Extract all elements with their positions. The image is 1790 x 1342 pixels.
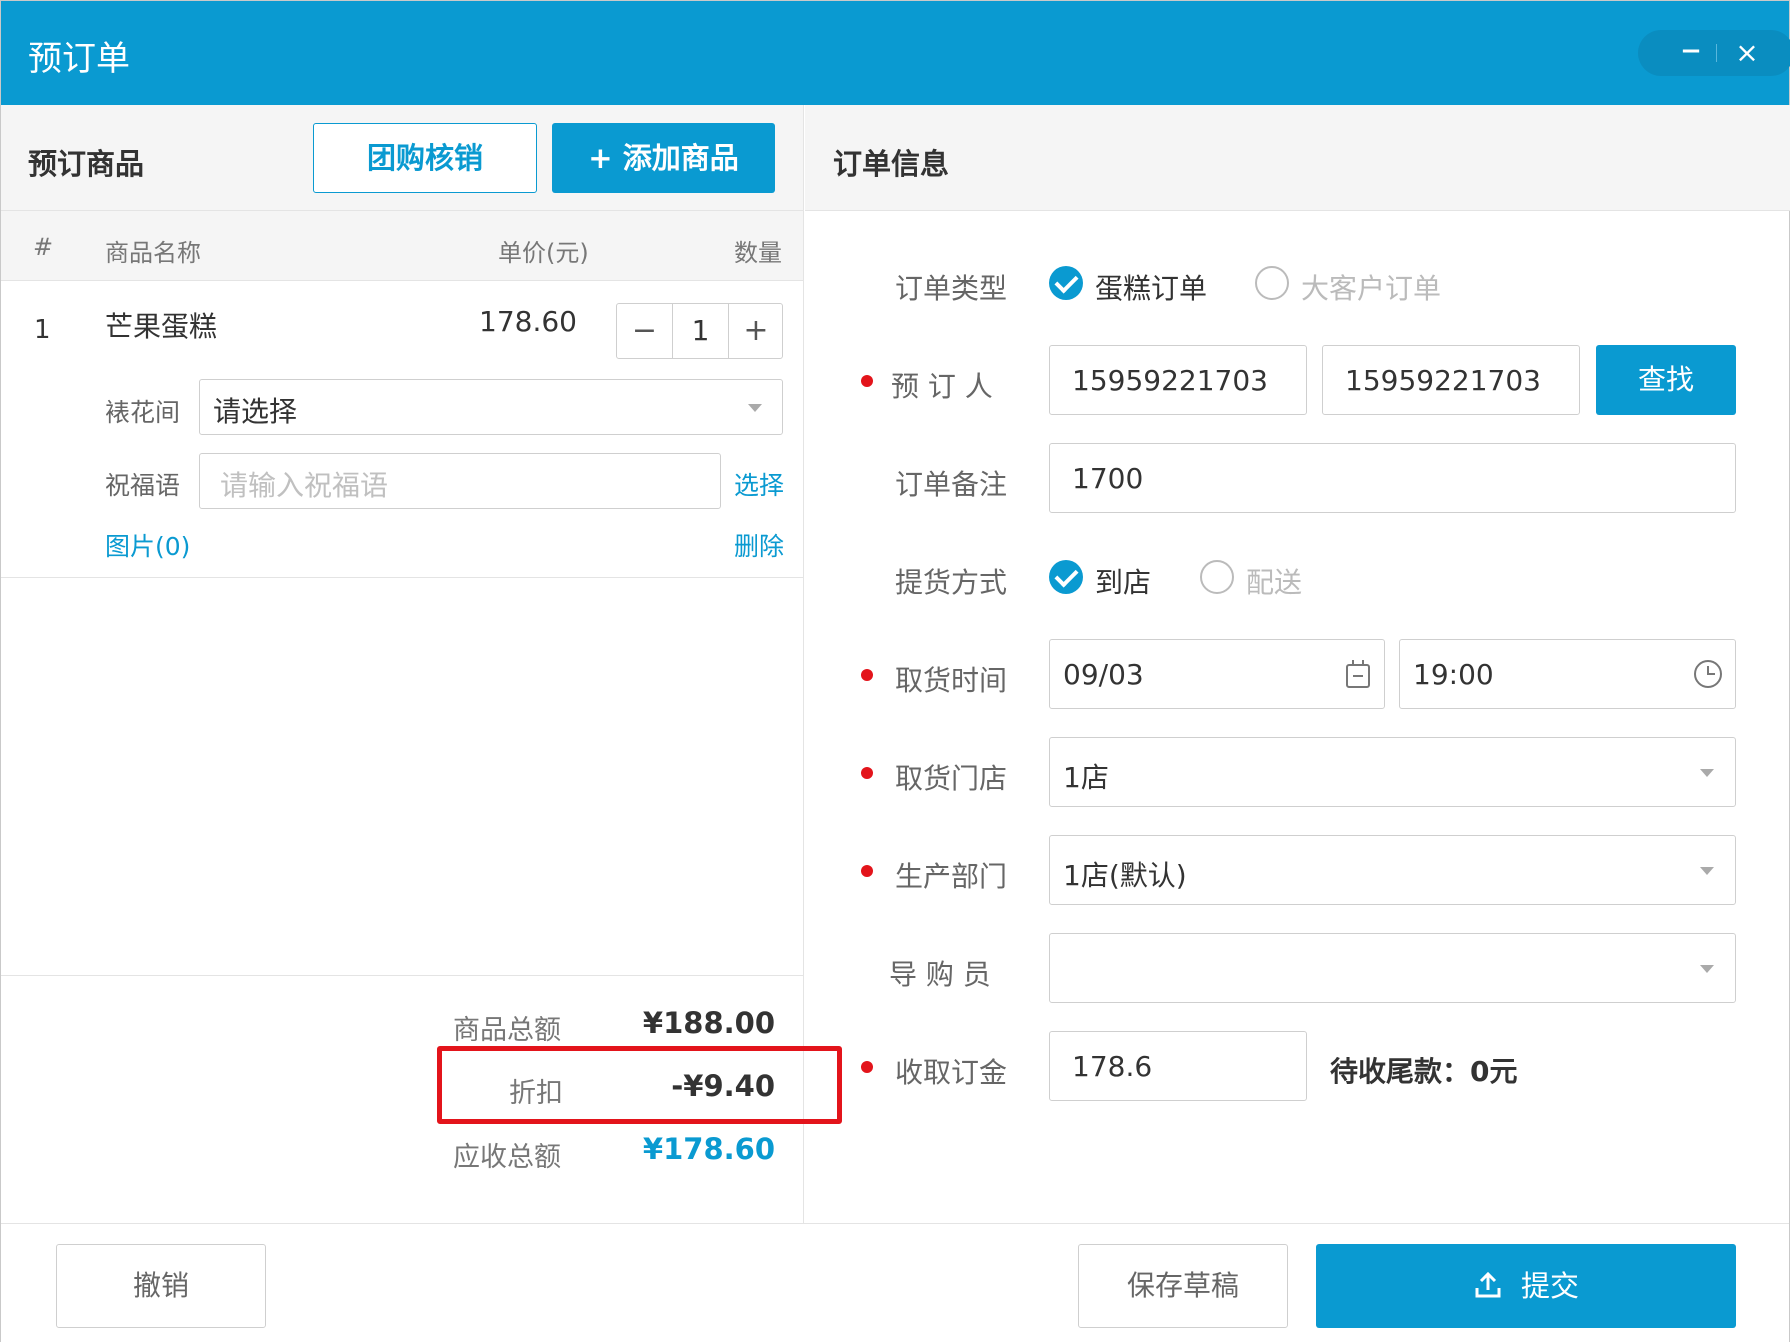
remark-input[interactable]: 1700 — [1049, 443, 1736, 513]
required-dot-icon — [861, 669, 873, 681]
order-info-panel: 订单信息 订单类型 蛋糕订单 大客户订单 预 订 人 15959221703 1… — [805, 105, 1790, 1223]
booker-name-input[interactable]: 15959221703 — [1322, 345, 1580, 415]
booker-name-value: 15959221703 — [1345, 364, 1541, 397]
flower-room-select[interactable]: 请选择 — [199, 379, 783, 435]
guide-label: 导 购 员 — [889, 958, 991, 991]
product-name: 芒果蛋糕 — [105, 310, 218, 343]
required-dot-icon — [861, 767, 873, 779]
pickup-store-value: 1店 — [1063, 761, 1109, 794]
column-header-qty: 数量 — [734, 239, 782, 267]
row-index: 1 — [34, 315, 51, 345]
add-product-button[interactable]: + 添加商品 — [552, 123, 775, 193]
pickup-store-label: 取货门店 — [895, 762, 1008, 795]
upload-icon — [1475, 1271, 1501, 1298]
receivable-total-label: 应收总额 — [453, 1142, 561, 1173]
booker-phone-input[interactable]: 15959221703 — [1049, 345, 1307, 415]
quantity-stepper: − 1 + — [616, 303, 783, 359]
deposit-label: 收取订金 — [895, 1056, 1008, 1089]
blessing-label: 祝福语 — [105, 471, 181, 500]
pickup-option-delivery[interactable]: 配送 — [1246, 561, 1302, 601]
required-dot-icon — [861, 375, 873, 387]
order-dialog: 预订单 − × 预订商品 团购核销 + 添加商品 # 商品名称 单价(元) 数量… — [0, 0, 1790, 1342]
info-panel-header: 订单信息 — [805, 105, 1790, 211]
cancel-button[interactable]: 撤销 — [56, 1244, 266, 1328]
chevron-down-icon — [1700, 769, 1714, 777]
pickup-time-value: 19:00 — [1413, 658, 1494, 691]
save-draft-button[interactable]: 保存草稿 — [1078, 1244, 1288, 1328]
items-table-header: # 商品名称 单价(元) 数量 — [1, 211, 803, 281]
column-header-name: 商品名称 — [105, 239, 201, 267]
submit-label: 提交 — [1520, 1269, 1579, 1303]
flower-room-value: 请选择 — [213, 395, 298, 428]
blessing-placeholder: 请输入祝福语 — [220, 469, 389, 502]
divider — [1716, 44, 1717, 62]
table-row: 1 芒果蛋糕 178.60 − 1 + 裱花间 请选择 祝福语 请输入祝福语 选… — [1, 281, 803, 578]
pickup-time-input[interactable]: 19:00 — [1399, 639, 1736, 709]
title-bar: 预订单 − × — [1, 1, 1790, 105]
order-type-label: 订单类型 — [895, 272, 1008, 305]
remark-label: 订单备注 — [895, 468, 1008, 501]
order-type-option-cake[interactable]: 蛋糕订单 — [1095, 267, 1207, 307]
chevron-down-icon — [748, 404, 762, 412]
blessing-choose-link[interactable]: 选择 — [734, 466, 784, 502]
deposit-value: 178.6 — [1072, 1050, 1153, 1083]
column-header-price: 单价(元) — [498, 239, 589, 267]
discount-highlight — [437, 1046, 842, 1124]
window-controls: − × — [1638, 30, 1790, 76]
blessing-input[interactable]: 请输入祝福语 — [199, 453, 721, 509]
info-panel-title: 订单信息 — [833, 147, 950, 181]
submit-button[interactable]: 提交 — [1316, 1244, 1736, 1328]
production-dept-value: 1店(默认) — [1063, 859, 1187, 892]
clock-icon[interactable] — [1694, 660, 1722, 688]
product-price: 178.60 — [479, 305, 577, 338]
column-header-index: # — [33, 233, 54, 261]
increment-button[interactable]: + — [728, 304, 783, 358]
radio-unchecked-icon[interactable] — [1200, 560, 1234, 594]
goods-total-label: 商品总额 — [453, 1015, 561, 1046]
quantity-value[interactable]: 1 — [673, 304, 728, 358]
required-dot-icon — [861, 865, 873, 877]
production-dept-select[interactable]: 1店(默认) — [1049, 835, 1736, 905]
pickup-store-select[interactable]: 1店 — [1049, 737, 1736, 807]
deposit-input[interactable]: 178.6 — [1049, 1031, 1307, 1101]
chevron-down-icon — [1700, 867, 1714, 875]
close-icon[interactable]: × — [1728, 38, 1766, 68]
radio-unchecked-icon[interactable] — [1255, 266, 1289, 300]
radio-checked-icon[interactable] — [1049, 266, 1083, 300]
guide-select[interactable] — [1049, 933, 1736, 1003]
pickup-date-value: 09/03 — [1063, 658, 1144, 691]
window-title: 预订单 — [28, 39, 130, 79]
items-panel-header: 预订商品 团购核销 + 添加商品 — [1, 105, 803, 211]
booker-phone-value: 15959221703 — [1072, 364, 1268, 397]
order-type-option-vip[interactable]: 大客户订单 — [1301, 267, 1441, 307]
pickup-date-input[interactable]: 09/03 — [1049, 639, 1385, 709]
minimize-icon[interactable]: − — [1678, 38, 1704, 65]
pickup-time-label: 取货时间 — [895, 664, 1008, 697]
radio-checked-icon[interactable] — [1049, 560, 1083, 594]
goods-total-value: ¥188.00 — [642, 1006, 775, 1040]
required-dot-icon — [861, 1061, 873, 1073]
production-dept-label: 生产部门 — [895, 860, 1008, 893]
pickup-option-store[interactable]: 到店 — [1095, 561, 1151, 601]
dialog-footer: 撤销 保存草稿 提交 — [1, 1223, 1789, 1342]
chevron-down-icon — [1700, 965, 1714, 973]
receivable-total-value: ¥178.60 — [642, 1132, 775, 1166]
find-button[interactable]: 查找 — [1596, 345, 1736, 415]
flower-room-label: 裱花间 — [105, 398, 181, 427]
pickup-method-label: 提货方式 — [895, 566, 1008, 599]
decrement-button[interactable]: − — [617, 304, 673, 358]
groupbuy-verify-button[interactable]: 团购核销 — [313, 123, 537, 193]
calendar-icon[interactable] — [1346, 660, 1370, 688]
items-panel-title: 预订商品 — [28, 147, 145, 181]
remark-value: 1700 — [1072, 462, 1144, 495]
balance-due-text: 待收尾款：0元 — [1330, 1055, 1518, 1088]
delete-link[interactable]: 删除 — [734, 527, 784, 563]
booker-label: 预 订 人 — [891, 370, 993, 403]
images-link[interactable]: 图片(0) — [105, 527, 190, 563]
